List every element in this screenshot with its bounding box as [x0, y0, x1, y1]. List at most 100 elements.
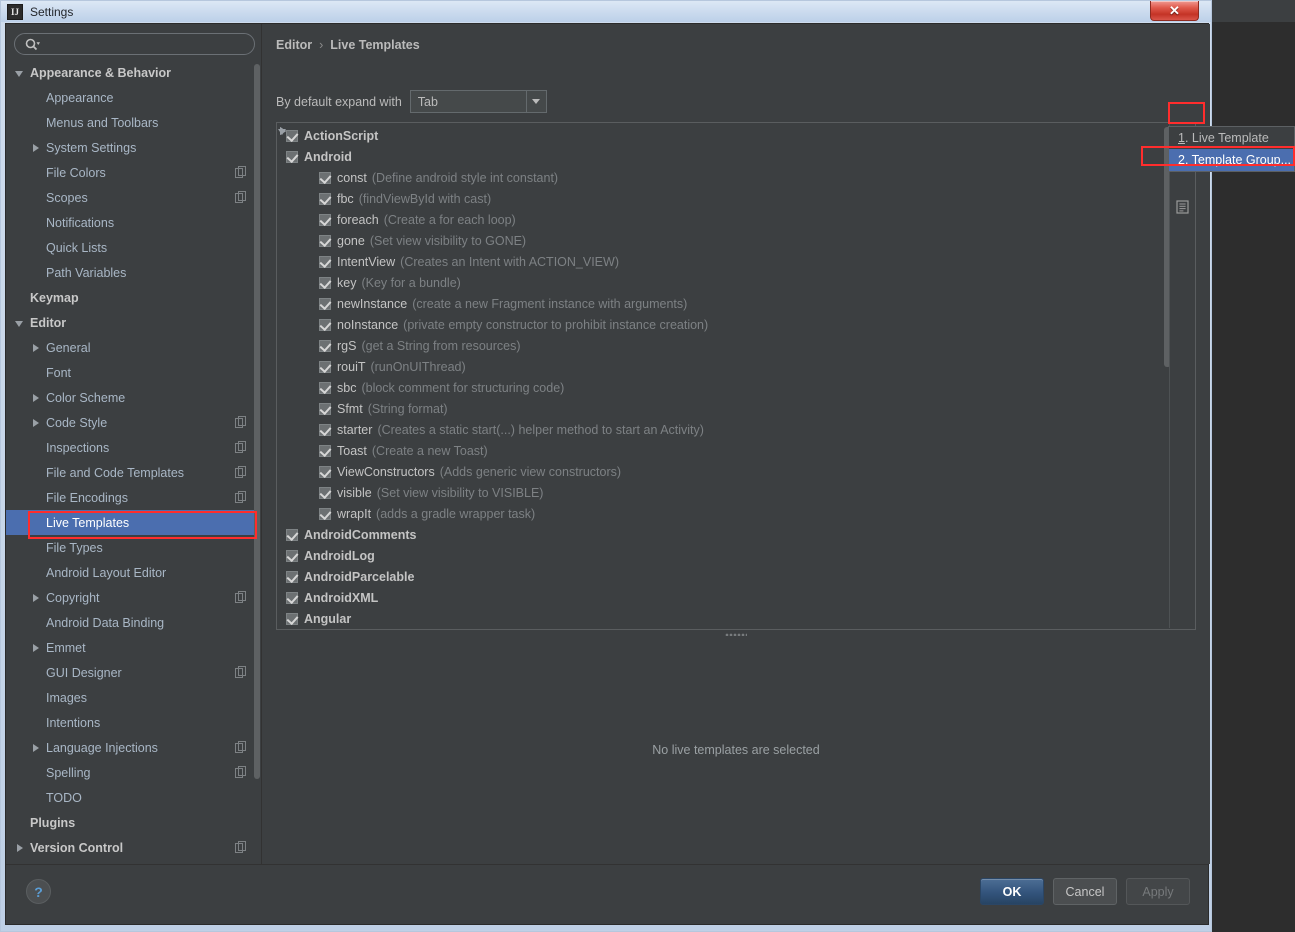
- sidebar-item-file-types[interactable]: File Types: [6, 535, 260, 560]
- sidebar-item-todo[interactable]: TODO: [6, 785, 260, 810]
- checkbox-checked-icon[interactable]: [286, 129, 298, 142]
- sidebar-item-file-and-code-templates[interactable]: File and Code Templates: [6, 460, 260, 485]
- template-row[interactable]: foreach (Create a for each loop): [277, 209, 1177, 230]
- checkbox-checked-icon[interactable]: [319, 507, 331, 520]
- sidebar-item-live-templates[interactable]: Live Templates: [6, 510, 260, 535]
- checkbox-checked-icon[interactable]: [319, 465, 331, 478]
- sidebar-item-copyright[interactable]: Copyright: [6, 585, 260, 610]
- checkbox-checked-icon[interactable]: [319, 444, 331, 457]
- checkbox-checked-icon[interactable]: [319, 192, 331, 205]
- checkbox-checked-icon[interactable]: [319, 171, 331, 184]
- sidebar-item-android-data-binding[interactable]: Android Data Binding: [6, 610, 260, 635]
- template-group-row[interactable]: AndroidLog: [277, 545, 1177, 566]
- chevron-down-icon[interactable]: [14, 317, 26, 329]
- sidebar-item-file-encodings[interactable]: File Encodings: [6, 485, 260, 510]
- copy-template-button[interactable]: [1170, 196, 1194, 218]
- sidebar-item-menus-and-toolbars[interactable]: Menus and Toolbars: [6, 110, 260, 135]
- checkbox-checked-icon[interactable]: [319, 297, 331, 310]
- sidebar-item-emmet[interactable]: Emmet: [6, 635, 260, 660]
- template-row[interactable]: starter (Creates a static start(...) help…: [277, 419, 1177, 440]
- sidebar-item-language-injections[interactable]: Language Injections: [6, 735, 260, 760]
- sidebar-item-plugins[interactable]: Plugins: [6, 810, 260, 835]
- sidebar-item-intentions[interactable]: Intentions: [6, 710, 260, 735]
- checkbox-checked-icon[interactable]: [286, 528, 298, 541]
- chevron-right-icon[interactable]: [30, 742, 42, 754]
- template-row[interactable]: Sfmt (String format): [277, 398, 1177, 419]
- ok-button[interactable]: OK: [980, 878, 1044, 905]
- chevron-right-icon[interactable]: [30, 592, 42, 604]
- sidebar-item-color-scheme[interactable]: Color Scheme: [6, 385, 260, 410]
- template-row[interactable]: newInstance (create a new Fragment instan…: [277, 293, 1177, 314]
- chevron-right-icon[interactable]: [30, 392, 42, 404]
- close-button[interactable]: ✕: [1150, 1, 1199, 21]
- sidebar-item-file-colors[interactable]: File Colors: [6, 160, 260, 185]
- checkbox-checked-icon[interactable]: [319, 339, 331, 352]
- sidebar-item-spelling[interactable]: Spelling: [6, 760, 260, 785]
- template-row[interactable]: noInstance (private empty constructor to …: [277, 314, 1177, 335]
- search-input[interactable]: [45, 36, 244, 52]
- template-row[interactable]: fbc (findViewById with cast): [277, 188, 1177, 209]
- template-row[interactable]: key (Key for a bundle): [277, 272, 1177, 293]
- checkbox-checked-icon[interactable]: [319, 255, 331, 268]
- template-row[interactable]: IntentView (Creates an Intent with ACTION…: [277, 251, 1177, 272]
- panel-splitter[interactable]: [276, 630, 1196, 639]
- checkbox-checked-icon[interactable]: [319, 213, 331, 226]
- chevron-down-icon[interactable]: [525, 91, 546, 112]
- template-group-row[interactable]: Angular: [277, 608, 1177, 629]
- chevron-right-icon[interactable]: [30, 417, 42, 429]
- sidebar-item-path-variables[interactable]: Path Variables: [6, 260, 260, 285]
- template-row[interactable]: wrapIt (adds a gradle wrapper task): [277, 503, 1177, 524]
- template-row[interactable]: const (Define android style int constant): [277, 167, 1177, 188]
- template-group-row[interactable]: ActionScript: [277, 125, 1177, 146]
- sidebar-item-notifications[interactable]: Notifications: [6, 210, 260, 235]
- sidebar-item-images[interactable]: Images: [6, 685, 260, 710]
- chevron-right-icon[interactable]: [30, 642, 42, 654]
- sidebar-item-appearance-behavior[interactable]: Appearance & Behavior: [6, 60, 260, 85]
- sidebar-item-inspections[interactable]: Inspections: [6, 435, 260, 460]
- checkbox-checked-icon[interactable]: [286, 549, 298, 562]
- template-row[interactable]: visible (Set view visibility to VISIBLE): [277, 482, 1177, 503]
- template-row[interactable]: rouiT (runOnUIThread): [277, 356, 1177, 377]
- template-group-row[interactable]: AndroidComments: [277, 524, 1177, 545]
- template-group-row[interactable]: AndroidParcelable: [277, 566, 1177, 587]
- sidebar-item-keymap[interactable]: Keymap: [6, 285, 260, 310]
- sidebar-item-editor[interactable]: Editor: [6, 310, 260, 335]
- checkbox-checked-icon[interactable]: [319, 234, 331, 247]
- chevron-right-icon[interactable]: [30, 342, 42, 354]
- sidebar-item-gui-designer[interactable]: GUI Designer: [6, 660, 260, 685]
- sidebar-item-font[interactable]: Font: [6, 360, 260, 385]
- popup-item-live-template[interactable]: 1. Live Template: [1169, 127, 1294, 149]
- template-row[interactable]: rgS (get a String from resources): [277, 335, 1177, 356]
- breadcrumb-parent[interactable]: Editor: [276, 38, 312, 52]
- cancel-button[interactable]: Cancel: [1053, 878, 1117, 905]
- checkbox-checked-icon[interactable]: [319, 402, 331, 415]
- sidebar-scrollbar-thumb[interactable]: [254, 64, 260, 779]
- checkbox-checked-icon[interactable]: [319, 486, 331, 499]
- template-row[interactable]: sbc (block comment for structuring code): [277, 377, 1177, 398]
- sidebar-item-quick-lists[interactable]: Quick Lists: [6, 235, 260, 260]
- checkbox-checked-icon[interactable]: [319, 381, 331, 394]
- chevron-right-icon[interactable]: [30, 142, 42, 154]
- checkbox-checked-icon[interactable]: [286, 570, 298, 583]
- template-row[interactable]: gone (Set view visibility to GONE): [277, 230, 1177, 251]
- sidebar-item-system-settings[interactable]: System Settings: [6, 135, 260, 160]
- checkbox-checked-icon[interactable]: [286, 591, 298, 604]
- sidebar-item-code-style[interactable]: Code Style: [6, 410, 260, 435]
- sidebar-item-version-control[interactable]: Version Control: [6, 835, 260, 860]
- sidebar-scrollbar[interactable]: [254, 64, 260, 854]
- popup-item-template-group[interactable]: 2. Template Group...: [1169, 149, 1294, 171]
- checkbox-checked-icon[interactable]: [319, 318, 331, 331]
- template-row[interactable]: ViewConstructors (Adds generic view const…: [277, 461, 1177, 482]
- chevron-right-icon[interactable]: [14, 842, 26, 854]
- expand-with-select[interactable]: Tab: [409, 90, 547, 113]
- checkbox-checked-icon[interactable]: [286, 150, 298, 163]
- sidebar-item-appearance[interactable]: Appearance: [6, 85, 260, 110]
- help-button[interactable]: ?: [26, 879, 51, 904]
- template-group-row[interactable]: Android: [277, 146, 1177, 167]
- sidebar-search[interactable]: [14, 33, 255, 55]
- template-group-row[interactable]: AndroidXML: [277, 587, 1177, 608]
- checkbox-checked-icon[interactable]: [319, 423, 331, 436]
- checkbox-checked-icon[interactable]: [286, 612, 298, 625]
- checkbox-checked-icon[interactable]: [319, 276, 331, 289]
- template-row[interactable]: Toast (Create a new Toast): [277, 440, 1177, 461]
